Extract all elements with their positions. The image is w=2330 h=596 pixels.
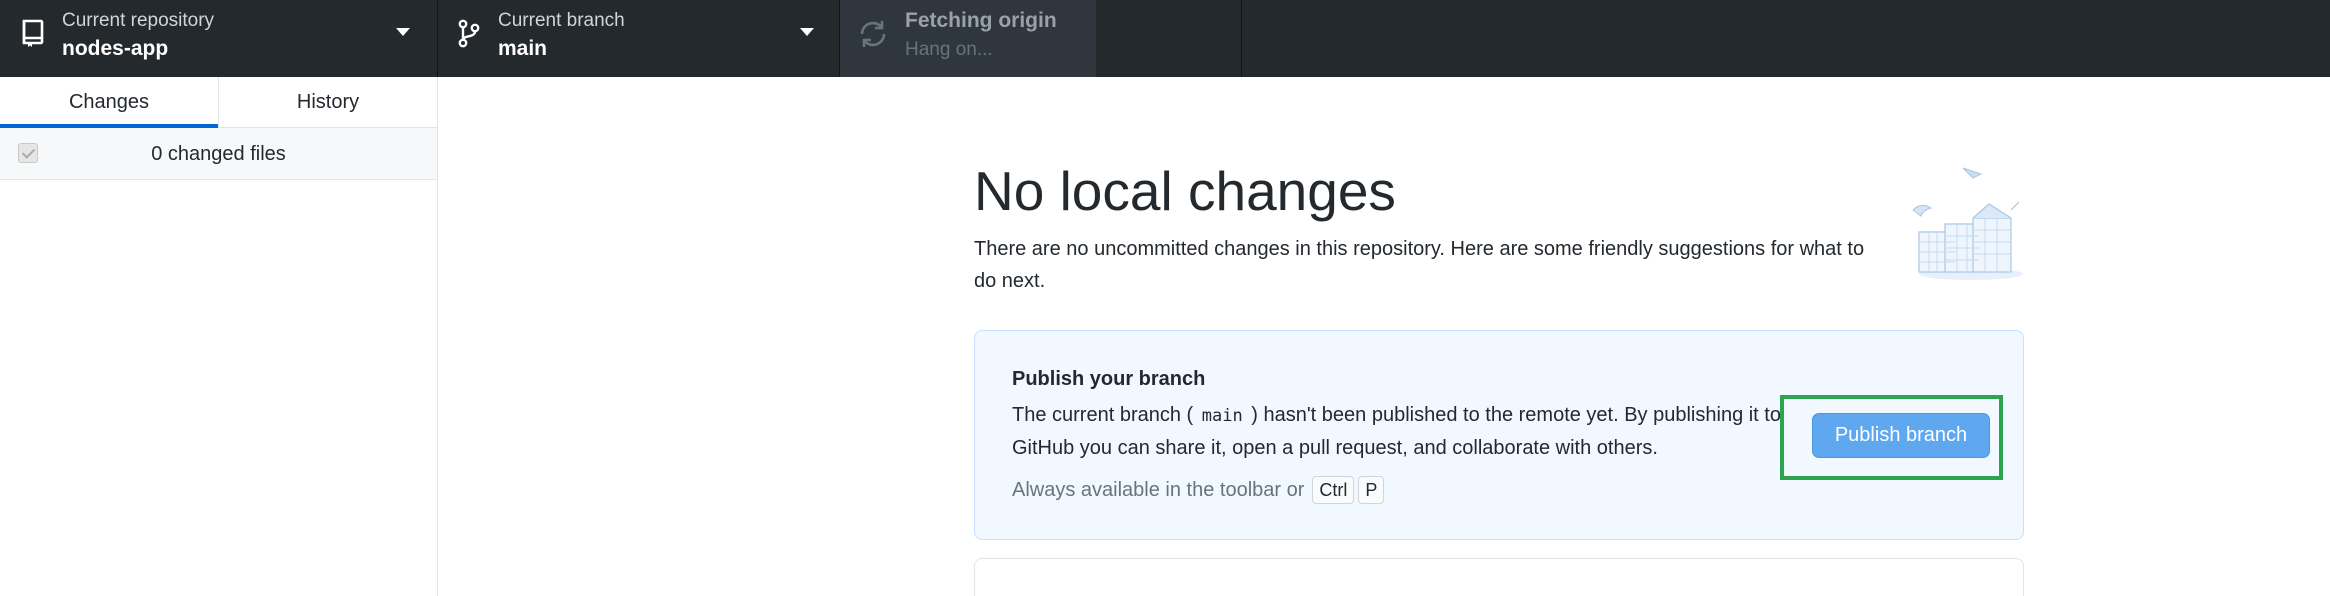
tab-history[interactable]: History [218, 77, 437, 127]
shortcut-hint: Always available in the toolbar or Ctrl … [1012, 476, 1385, 504]
fetch-origin-button[interactable]: Fetching origin Hang on... [840, 0, 1096, 77]
publish-desc-before: The current branch ( [1012, 404, 1194, 426]
sidebar: Changes History 0 changed files [0, 77, 438, 596]
branch-selector[interactable]: Current branch main [438, 0, 840, 77]
next-suggestion-card [974, 558, 2024, 596]
publish-card-title: Publish your branch [1012, 368, 1206, 390]
branch-icon [458, 19, 480, 48]
branch-name: main [498, 37, 548, 60]
changed-files-count: 0 changed files [151, 143, 286, 165]
intro-text: There are no uncommitted changes in this… [974, 238, 1865, 292]
page-title: No local changes [974, 160, 1396, 222]
sidebar-tabs: Changes History [0, 77, 437, 128]
branch-code: main [1201, 406, 1243, 426]
empty-state-illustration [1912, 167, 2023, 280]
branch-label: Current branch [498, 10, 625, 31]
chevron-down-icon [396, 28, 410, 36]
sync-icon [860, 21, 886, 47]
publish-branch-button[interactable]: Publish branch [1812, 413, 1990, 458]
shortcut-hint-text: Always available in the toolbar or [1012, 478, 1305, 501]
publish-branch-card: Publish your branch The current branch (… [974, 330, 2024, 540]
kbd-ctrl: Ctrl [1312, 476, 1355, 504]
publish-card-description: The current branch ( main ) hasn't been … [1012, 399, 1802, 464]
repository-label: Current repository [62, 10, 215, 31]
main-content: No local changes There are no uncommitte… [439, 77, 2330, 596]
repo-icon [22, 19, 44, 47]
fetch-status: Hang on... [905, 39, 993, 60]
repository-name: nodes-app [62, 37, 169, 60]
kbd-p: P [1358, 476, 1385, 504]
toolbar: Current repository nodes-app Current bra… [0, 0, 2330, 77]
toolbar-spacer [1096, 0, 1242, 77]
fetch-label: Fetching origin [905, 9, 1057, 32]
changes-header: 0 changed files [0, 128, 437, 180]
tab-changes[interactable]: Changes [0, 77, 218, 128]
repository-selector[interactable]: Current repository nodes-app [0, 0, 438, 77]
chevron-down-icon [800, 28, 814, 36]
